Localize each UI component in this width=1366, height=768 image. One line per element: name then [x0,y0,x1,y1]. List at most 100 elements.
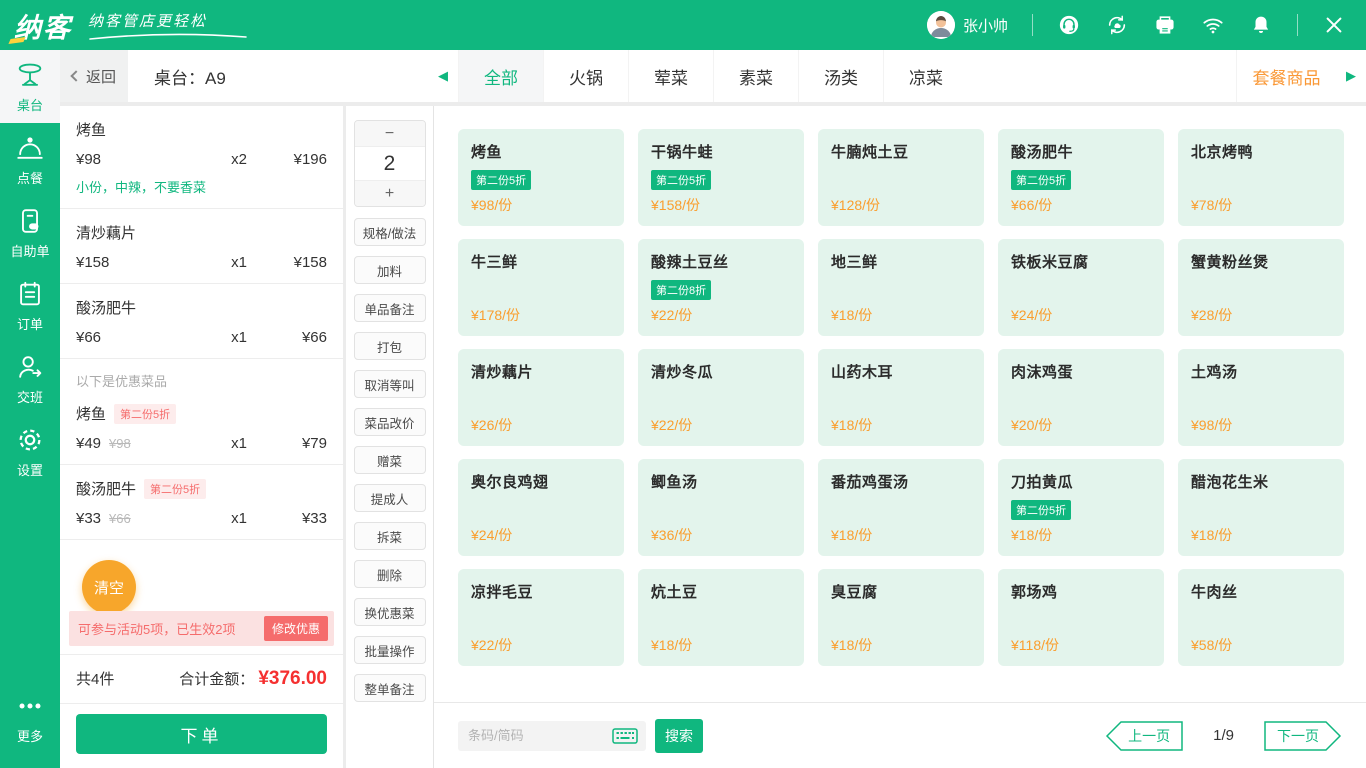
action-button-12[interactable]: 整单备注 [353,674,426,702]
prev-page-button[interactable]: 上一页 [1103,719,1185,753]
cart-item-original-price: ¥66 [109,511,131,526]
topbar: 纳客 纳客管店更轻松 张小帅 [0,0,1366,50]
menu-item-card[interactable]: 奥尔良鸡翅 ¥24/份 [458,459,624,556]
menu-item-card[interactable]: 山药木耳 ¥18/份 [818,349,984,446]
qty-plus-button[interactable]: + [354,180,425,206]
category-tab-5[interactable]: 凉菜 [883,50,968,102]
menu-grid: 烤鱼第二份5折 ¥98/份 干锅牛蛙 第二份5折 ¥158/份 牛腩炖土豆 ¥128/份 酸汤… [434,106,1366,666]
action-button-3[interactable]: 打包 [353,332,426,360]
gear-icon [15,425,45,455]
menu-item-card[interactable]: 铁板米豆腐 ¥24/份 [998,239,1164,336]
sync-icon[interactable] [1105,13,1129,37]
menu-item-card[interactable]: 郭场鸡 ¥118/份 [998,569,1164,666]
search-button[interactable]: 搜索 [655,718,703,753]
menu-item-price: ¥18/份 [1011,527,1053,543]
menu-item-card[interactable]: 蟹黄粉丝煲 ¥28/份 [1178,239,1344,336]
action-button-9[interactable]: 删除 [353,560,426,588]
order-count: 共4件 [76,671,115,688]
menu-item-card[interactable]: 烤鱼 第二份5折 ¥98/份 [458,129,624,226]
action-button-7[interactable]: 提成人 [353,484,426,512]
menu-item-name: 炕土豆 [651,584,698,601]
sidebar-item-more[interactable]: 更多 [0,681,60,754]
menu-item-name: 牛肉丝 [1191,584,1238,601]
barcode-search-box [458,720,646,751]
menu-item-price: ¥98/份 [1191,417,1233,433]
sidebar-item-self-order[interactable]: 自助单 [0,196,60,269]
menu-item-card[interactable]: 清炒藕片 ¥26/份 [458,349,624,446]
action-button-6[interactable]: 赠菜 [353,446,426,474]
category-tab-0[interactable]: 全部 [458,50,543,102]
menu-item-name: 烤鱼 [471,144,503,161]
category-tab-2[interactable]: 荤菜 [628,50,713,102]
menu-item-price: ¥22/份 [651,307,693,323]
menu-item-card[interactable]: 土鸡汤 ¥98/份 [1178,349,1344,446]
category-tab-4[interactable]: 汤类 [798,50,883,102]
action-button-0[interactable]: 规格/做法 [353,218,426,246]
sidebar-item-order-food[interactable]: 点餐 [0,123,60,196]
cart-item[interactable]: 酸汤肥牛 ¥66 x1 ¥66 [60,284,343,359]
menu-item-card[interactable]: 清炒冬瓜 ¥22/份 [638,349,804,446]
sidebar-item-settings[interactable]: 设置 [0,415,60,488]
menu-item-card[interactable]: 干锅牛蛙 第二份5折 ¥158/份 [638,129,804,226]
edit-promo-button[interactable]: 修改优惠 [263,616,328,641]
printer-icon[interactable] [1153,13,1177,37]
menu-item-card[interactable]: 牛腩炖土豆 ¥128/份 [818,129,984,226]
sidebar-item-shift[interactable]: 交班 [0,342,60,415]
menu-item-card[interactable]: 地三鲜 ¥18/份 [818,239,984,336]
cart-item-discount[interactable]: 酸汤肥牛 第二份5折 ¥33 ¥66 x1 ¥33 [60,465,343,540]
cart-item-name: 酸汤肥牛 第二份5折 [76,478,327,499]
menu-item-card[interactable]: 醋泡花生米 ¥18/份 [1178,459,1344,556]
menu-item-price: ¥58/份 [1191,637,1233,653]
menu-item-discount-badge: 第二份5折 [471,170,532,190]
sidebar-item-table[interactable]: 桌台 [0,50,60,123]
cart-item-discount[interactable]: 烤鱼 第二份5折 ¥49 ¥98 x1 ¥79 [60,390,343,465]
action-button-2[interactable]: 单品备注 [353,294,426,322]
tab-scroll-right-icon[interactable]: ▶ [1336,50,1366,102]
category-tab-3[interactable]: 素菜 [713,50,798,102]
keyboard-icon[interactable] [612,727,638,744]
tab-scroll-left-icon[interactable]: ◀ [428,50,458,102]
menu-item-card[interactable]: 鲫鱼汤 ¥36/份 [638,459,804,556]
menu-item-card[interactable]: 酸汤肥牛 第二份5折 ¥66/份 [998,129,1164,226]
menu-panel: 烤鱼第二份5折 ¥98/份 干锅牛蛙 第二份5折 ¥158/份 牛腩炖土豆 ¥128/份 酸汤… [434,106,1366,768]
menu-item-card[interactable]: 臭豆腐 ¥18/份 [818,569,984,666]
menu-item-card[interactable]: 牛三鲜 ¥178/份 [458,239,624,336]
next-page-button[interactable]: 下一页 [1262,719,1344,753]
support-icon[interactable] [1057,13,1081,37]
sidebar-nav: 桌台 点餐 自助单 订单 交班 设置更多 [0,50,60,768]
cart-item-price: ¥33 ¥66 [76,510,131,527]
menu-item-card[interactable]: 肉沫鸡蛋 ¥20/份 [998,349,1164,446]
barcode-input[interactable] [468,728,612,743]
action-button-11[interactable]: 批量操作 [353,636,426,664]
menu-item-card[interactable]: 番茄鸡蛋汤 ¥18/份 [818,459,984,556]
back-button[interactable]: 返回 [60,50,128,102]
action-button-4[interactable]: 取消等叫 [353,370,426,398]
combo-products-tab[interactable]: 套餐商品 [1236,50,1336,102]
bell-icon[interactable] [1249,13,1273,37]
qty-minus-button[interactable]: − [354,121,425,147]
menu-item-name: 醋泡花生米 [1191,474,1269,491]
menu-item-card[interactable]: 北京烤鸭 ¥78/份 [1178,129,1344,226]
wifi-icon[interactable] [1201,13,1225,37]
menu-item-price: ¥22/份 [471,637,513,653]
cart-item[interactable]: 烤鱼 ¥98 x2 ¥196 小份，中辣，不要香菜 [60,106,343,209]
place-order-button[interactable]: 下单 [76,714,327,754]
action-button-5[interactable]: 菜品改价 [353,408,426,436]
clear-cart-button[interactable]: 清空 [82,560,136,611]
menu-item-price: ¥18/份 [831,307,873,323]
action-button-10[interactable]: 换优惠菜 [353,598,426,626]
menu-item-card[interactable]: 凉拌毛豆 ¥22/份 [458,569,624,666]
action-button-1[interactable]: 加料 [353,256,426,284]
category-tab-1[interactable]: 火锅 [543,50,628,102]
menu-item-card[interactable]: 酸辣土豆丝 第二份8折 ¥22/份 [638,239,804,336]
user-chip[interactable]: 张小帅 [926,11,1008,39]
table-title: 桌台：A9 [154,68,226,88]
menu-item-card[interactable]: 炕土豆 ¥18/份 [638,569,804,666]
cart-item[interactable]: 清炒藕片 ¥158 x1 ¥158 [60,209,343,284]
action-button-8[interactable]: 拆菜 [353,522,426,550]
menu-item-card[interactable]: 刀拍黄瓜 第二份5折 ¥18/份 [998,459,1164,556]
sidebar-item-orders[interactable]: 订单 [0,269,60,342]
menu-item-card[interactable]: 牛肉丝 ¥58/份 [1178,569,1344,666]
self-order-icon [15,206,45,236]
close-icon[interactable] [1322,13,1346,37]
